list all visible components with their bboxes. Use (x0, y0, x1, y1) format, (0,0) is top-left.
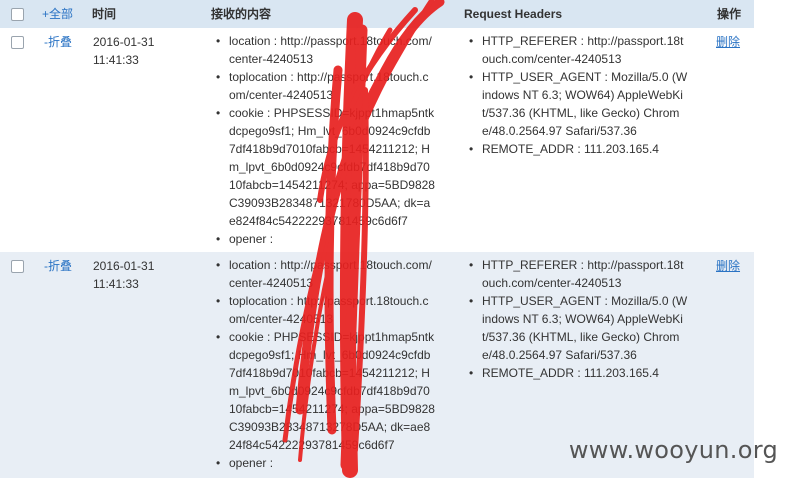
row-checkbox[interactable] (11, 36, 24, 49)
request-headers-list: HTTP_REFERER : http://passport.18touch.c… (468, 256, 688, 382)
list-item: REMOTE_ADDR : 111.203.165.4 (468, 364, 688, 382)
list-item: opener : (215, 454, 435, 472)
list-item: location : http://passport.18touch.com/c… (215, 256, 435, 292)
list-item: opener : (215, 230, 435, 248)
fold-toggle[interactable]: -折叠 (44, 257, 72, 275)
delete-link[interactable]: 删除 (716, 257, 740, 275)
list-item: cookie : PHPSESSID=kjppt1hmap5ntkdcpego9… (215, 328, 435, 454)
row-time: 11:41:33 (93, 277, 139, 291)
select-all-link[interactable]: +全部 (42, 0, 73, 28)
list-item: HTTP_REFERER : http://passport.18touch.c… (468, 256, 688, 292)
list-item: HTTP_USER_AGENT : Mozilla/5.0 (Windows N… (468, 292, 688, 364)
watermark: www.wooyun.org (568, 436, 778, 464)
received-content-list: location : http://passport.18touch.com/c… (215, 32, 435, 248)
list-item: cookie : PHPSESSID=kjppt1hmap5ntkdcpego9… (215, 104, 435, 230)
column-header-actions: 操作 (717, 7, 742, 21)
table-header: +全部 时间 接收的内容 Request Headers 操作 (0, 0, 754, 28)
row-time: 11:41:33 (93, 53, 139, 67)
column-header-request-headers: Request Headers (464, 7, 563, 21)
list-item: location : http://passport.18touch.com/c… (215, 32, 435, 68)
log-table: +全部 时间 接收的内容 Request Headers 操作 -折叠 2016… (0, 0, 754, 478)
row-date: 2016-01-31 (93, 259, 155, 273)
table-row: -折叠 2016-01-31 11:41:33 location : http:… (0, 28, 754, 252)
column-header-received: 接收的内容 (211, 7, 272, 21)
list-item: HTTP_REFERER : http://passport.18touch.c… (468, 32, 688, 68)
list-item: toplocation : http://passport.18touch.co… (215, 292, 435, 328)
delete-link[interactable]: 删除 (716, 33, 740, 51)
fold-toggle[interactable]: -折叠 (44, 33, 72, 51)
request-headers-list: HTTP_REFERER : http://passport.18touch.c… (468, 32, 688, 158)
select-all-checkbox[interactable] (11, 8, 24, 21)
column-header-time: 时间 (92, 7, 117, 21)
list-item: toplocation : http://passport.18touch.co… (215, 68, 435, 104)
row-date: 2016-01-31 (93, 35, 155, 49)
received-content-list: location : http://passport.18touch.com/c… (215, 256, 435, 472)
list-item: REMOTE_ADDR : 111.203.165.4 (468, 140, 688, 158)
list-item: HTTP_USER_AGENT : Mozilla/5.0 (Windows N… (468, 68, 688, 140)
row-checkbox[interactable] (11, 260, 24, 273)
